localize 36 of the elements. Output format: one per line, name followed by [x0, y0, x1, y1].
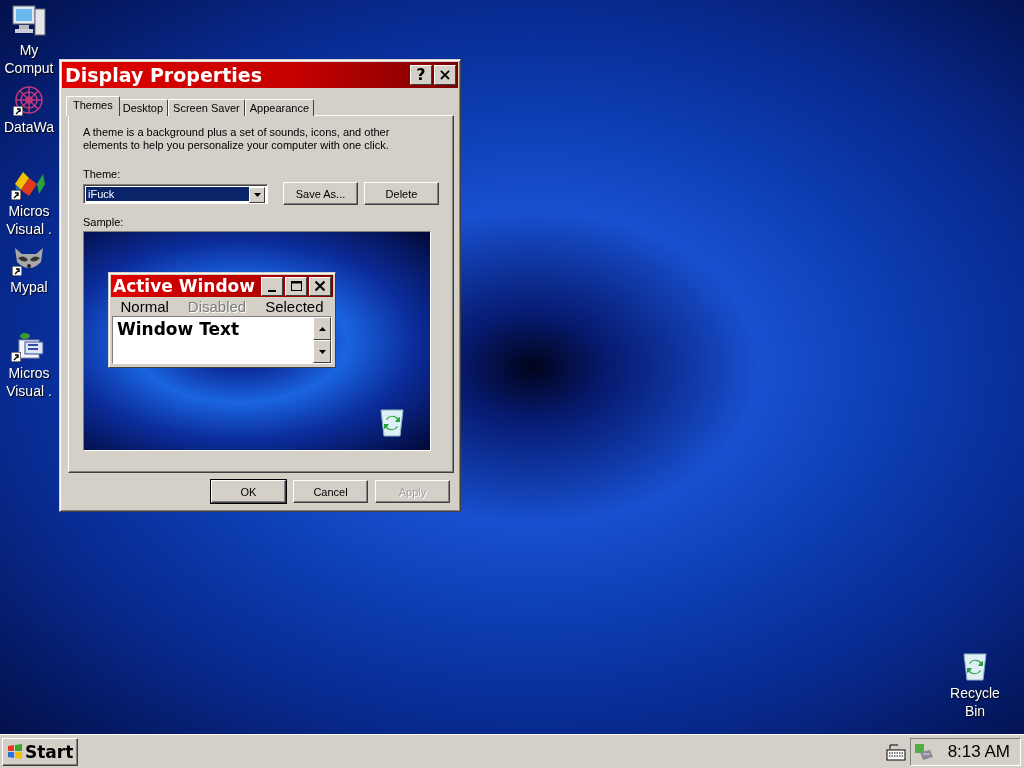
- icon-label: Micros Visual .: [5, 364, 53, 400]
- ok-button[interactable]: OK: [211, 480, 286, 503]
- icon-label: Mypal: [9, 278, 49, 296]
- delete-button[interactable]: Delete: [364, 182, 439, 205]
- menu-item: Disabled: [187, 298, 247, 315]
- icon-label: Recycle Bin: [949, 684, 1001, 720]
- close-icon: [315, 281, 325, 291]
- window-text: Window Text: [116, 318, 241, 341]
- sample-window-title: Active Window: [113, 276, 256, 296]
- maximize-icon: [290, 281, 302, 291]
- cancel-button[interactable]: Cancel: [293, 480, 368, 503]
- tab[interactable]: Screen Saver: [168, 99, 245, 116]
- theme-dropdown[interactable]: iFuck: [83, 183, 269, 204]
- tab[interactable]: Themes: [66, 96, 120, 116]
- tab[interactable]: Appearance: [244, 99, 315, 116]
- start-button[interactable]: Start: [2, 737, 79, 766]
- keyboard-icon: [885, 742, 906, 761]
- icon-label: DataWa: [2, 118, 56, 136]
- help-button[interactable]: ?: [410, 65, 432, 85]
- field-label: Theme:: [83, 168, 122, 181]
- windows-logo-icon: [7, 743, 23, 760]
- close-button[interactable]: ×: [434, 65, 456, 85]
- scroll-up-arrow-icon: [317, 325, 327, 332]
- clock: 8:13 AM: [947, 741, 1010, 762]
- field-label: Sample:: [83, 216, 125, 229]
- tab[interactable]: Desktop: [117, 99, 169, 116]
- icon-label: My Comput: [3, 41, 55, 77]
- recycle-bin-icon: [378, 406, 406, 438]
- scroll-down-arrow-icon: [317, 348, 327, 355]
- window-title: Display Properties: [65, 64, 263, 86]
- flower-icon: [13, 84, 45, 116]
- save-as-button[interactable]: Save As...: [283, 182, 358, 205]
- icon-label: Micros Visual .: [5, 202, 53, 238]
- dropdown-value: iFuck: [86, 186, 250, 201]
- minimize-icon: [268, 289, 276, 292]
- description-text: A theme is a background plus a set of sounds, icons, and other elements to help you personalize your computer with one click.: [83, 126, 391, 152]
